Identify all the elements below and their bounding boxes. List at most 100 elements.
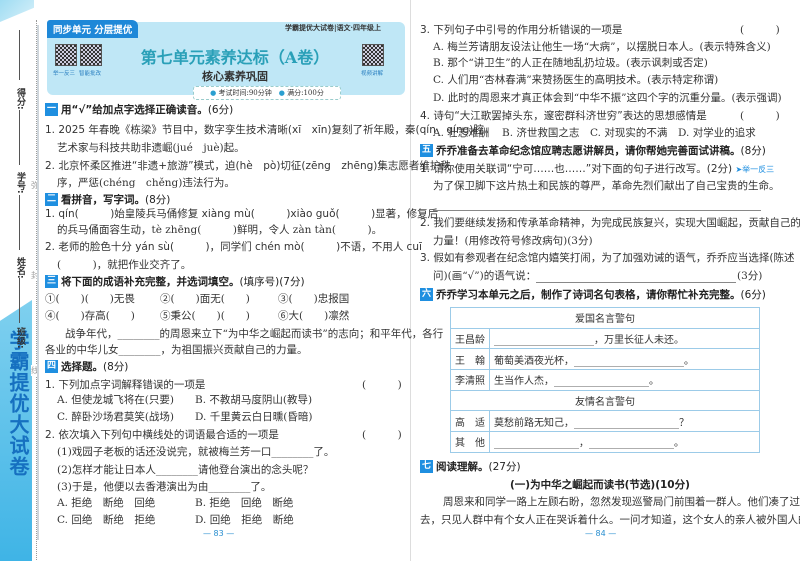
question-points: (3分): [737, 270, 763, 282]
question-line: 2. 依次填入下列句中横线处的词语最合适的一项是: [45, 429, 279, 441]
corner-decoration: [0, 0, 34, 22]
reading-title: (一)为中华之崛起而读书(节选)(10分): [510, 479, 690, 491]
question-text: 1. 请你使用关联词“宁可……也……”对下面的句子进行改写。(2分): [420, 163, 733, 175]
qr-label: 视频讲解: [361, 71, 384, 77]
option-a: A. 梅兰芳请朋友设法让他生一场“大病”，以摆脱日本人。(表示特殊含义): [433, 41, 771, 53]
option-d: D. 对学业的追求: [678, 127, 756, 139]
name-field[interactable]: [19, 195, 20, 250]
section-1-heading: 一用“√”给加点字选择正确读音。(6分): [45, 103, 233, 117]
section-title: 看拼音，写字词。: [61, 194, 145, 206]
verse-cell[interactable]: 葡萄美酒夜光杯，______________________。: [489, 348, 760, 371]
practice-link[interactable]: ➤举一反三: [735, 165, 774, 174]
section-number: 一: [45, 103, 58, 116]
option-a: A. 壮志难酬: [433, 127, 490, 139]
option-b: B. 济世救国之志: [502, 127, 580, 139]
section-points: (6分): [207, 104, 234, 116]
idiom-item: ②( )面无( ): [160, 293, 250, 305]
option-b: B. 不教胡马度阴山(教导): [195, 394, 313, 406]
source-sentence: 为了保卫脚下这片热土和民族的尊严，革命先烈们献出了自己宝贵的生命。: [433, 180, 780, 192]
table-row: 李清照 生当作人杰，___________________。: [450, 369, 760, 391]
qr-code-icon[interactable]: [55, 44, 77, 66]
question-line: 4. 诗句“大江歌罢掉头东，邃密群科济世穷”表达的思想感情是: [420, 110, 707, 122]
exam-time: 考试时间:90分钟: [218, 89, 272, 97]
section-points: (8分): [740, 145, 766, 157]
idiom-item: ④( )存高( ): [45, 310, 135, 322]
question-line: 1. 下列加点字词解释错误的一项是: [45, 379, 206, 391]
section-6-heading: 六乔乔学习本单元之后，制作了诗词名句表格，请你帮忙补充完整。(6分): [420, 288, 766, 302]
option-a: A. 拒绝 断绝 回绝: [57, 497, 156, 509]
question-line: 艺术家与科技共助非遗崛(jué juè)起。: [57, 142, 245, 154]
name-label: 姓名:: [15, 257, 25, 279]
table-header: 爱国名言警句: [450, 307, 760, 329]
brand-logo: 学霸提优大试卷: [6, 330, 30, 477]
answer-line[interactable]: [433, 210, 761, 211]
section-number: 四: [45, 360, 58, 373]
class-field[interactable]: [19, 278, 20, 323]
poet-cell: 王 翰: [450, 348, 490, 371]
page-number: — 83 —: [203, 529, 235, 538]
question-line: 1. 2025 年春晚《栋梁》节目中，数字孪生技术清晰(xī xīn)复刻了祈年…: [45, 124, 484, 136]
page-title: 第七单元素养达标（A卷）: [140, 48, 330, 67]
section-points: (填序号)(7分): [239, 276, 305, 288]
verse-cell[interactable]: 莫愁前路无知己，_____________________？: [489, 410, 760, 433]
option-b: B. 拒绝 回绝 断绝: [195, 497, 294, 509]
score-field[interactable]: [19, 30, 20, 80]
answer-paren[interactable]: ( ): [362, 378, 402, 392]
qr-label: 举一反三: [53, 71, 76, 77]
student-id-field[interactable]: [19, 110, 20, 165]
section-points: (6分): [740, 289, 766, 301]
section-4-heading: 四选择题。(8分): [45, 360, 128, 374]
table-row: 王昌龄 ____________________，万里长征人未还。: [450, 327, 760, 350]
passage-line: 去，只见人群中有个女人正在哭诉着什么。一问才知道，这个女人的亲人被外国人的: [420, 514, 800, 526]
qr-code-icon[interactable]: [362, 44, 384, 66]
idiom-item: ③( )忠报国: [278, 293, 350, 305]
section-points: (8分): [103, 361, 129, 373]
section-title: 选择题。: [61, 361, 103, 373]
section-number: 二: [45, 193, 58, 206]
option-c: C. 回绝 断绝 拒绝: [57, 514, 156, 526]
question-line: ( )，就把作业交齐了。: [57, 259, 192, 271]
exam-info: ● 考试时间:90分钟 ● 满分:100分: [193, 86, 341, 100]
answer-line[interactable]: [536, 282, 736, 283]
section-title: 将下面的成语补充完整，并选词填空。: [61, 276, 240, 288]
verse-cell[interactable]: ____________________，万里长征人未还。: [489, 327, 760, 350]
option-c: C. 对现实的不满: [590, 127, 668, 139]
poet-cell: 其 他: [450, 431, 490, 453]
score-label: 得分:: [15, 88, 25, 110]
option-a: A. 但使龙城飞将在(只要): [57, 394, 174, 406]
page-subtitle: 核心素养巩固: [202, 70, 268, 83]
student-id-label: 学号:: [15, 172, 25, 194]
question-line: 的兵马俑面容生动，tè zhēng( )鲜明，令人 zàn tàn( )。: [57, 224, 383, 236]
class-label: 班级:: [15, 327, 25, 349]
section-5-heading: 五乔乔准备去革命纪念馆应聘志愿讲解员，请你帮她完善面试讲稿。(8分): [420, 144, 766, 158]
table-row: 其 他 _________________，_________________。: [450, 431, 760, 453]
question-line: 2. 我们要继续发扬和传承革命精神，为完成民族复兴，实现大国崛起，贡献自己的一份: [420, 217, 800, 229]
section-number: 三: [45, 275, 58, 288]
table-row: 高 适莫愁前路无知己，_____________________？: [450, 410, 760, 433]
section-2-heading: 二看拼音，写字词。(8分): [45, 193, 170, 207]
poet-cell: 王昌龄: [450, 327, 490, 350]
question-line: (3)于是，他便以去香港演出为由________了。: [57, 481, 272, 493]
poetry-table: 爱国名言警句 王昌龄 ____________________，万里长征人未还。 …: [450, 307, 760, 453]
poet-cell: 高 适: [450, 410, 490, 433]
idiom-item: ①( )( )无畏: [45, 293, 135, 305]
answer-paren[interactable]: ( ): [740, 109, 780, 123]
qr-code-icon[interactable]: [80, 44, 102, 66]
table-row: 王 翰葡萄美酒夜光杯，______________________。: [450, 348, 760, 371]
answer-paren[interactable]: ( ): [362, 428, 402, 442]
fill-blank-line: 战争年代，________的周恩来立下“为中华之崛起而读书”的志向；和平年代，各…: [65, 328, 444, 340]
section-3-heading: 三将下面的成语补充完整，并选词填空。(填序号)(7分): [45, 275, 305, 289]
page-divider: [410, 0, 411, 561]
section-points: (8分): [145, 194, 171, 206]
verse-cell[interactable]: _________________，_________________。: [489, 431, 760, 453]
table-header: 友情名言警句: [450, 389, 760, 412]
verse-cell[interactable]: 生当作人杰，___________________。: [489, 369, 760, 391]
page-rule: [37, 25, 39, 540]
section-points: (27分): [488, 461, 521, 473]
question-line: 3. 假如有参观者在纪念馆内嬉笑打闹，为了加强劝诫的语气，乔乔应当选择(陈述 反: [420, 252, 800, 264]
question-line: 2. 北京怀柔区推进“非遗+旅游”模式，迫(hè pò)切征(zēng zhēn…: [45, 160, 451, 172]
idiom-item: ⑤秉公( )( ): [160, 310, 250, 322]
answer-paren[interactable]: ( ): [740, 23, 780, 37]
section-title: 乔乔学习本单元之后，制作了诗词名句表格，请你帮忙补充完整。: [436, 289, 741, 301]
unit-tab: 同步单元 分层提优: [47, 20, 139, 38]
